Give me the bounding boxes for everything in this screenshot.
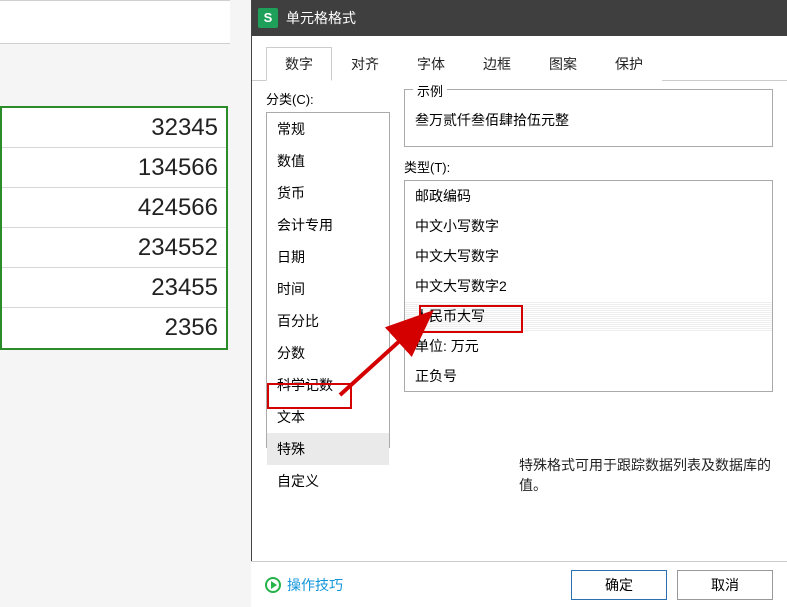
dialog-titlebar: S 单元格格式 [252,0,787,36]
type-item-cn-upper-2[interactable]: 中文大写数字2 [405,271,772,301]
ok-button[interactable]: 确定 [571,570,667,600]
play-icon [265,577,281,593]
category-item-time[interactable]: 时间 [267,273,389,305]
cell[interactable]: 234552 [2,228,226,268]
category-item-currency[interactable]: 货币 [267,177,389,209]
spreadsheet: 32345 134566 424566 234552 23455 2356 [0,44,230,350]
category-label: 分类(C): [266,89,390,108]
tab-protect[interactable]: 保护 [596,47,662,81]
cancel-button[interactable]: 取消 [677,570,773,600]
type-label: 类型(T): [404,157,773,176]
selection-range[interactable]: 32345 134566 424566 234552 23455 2356 [0,106,228,350]
category-item-general[interactable]: 常规 [267,113,389,145]
dialog-footer: 操作技巧 确定 取消 [251,561,787,607]
category-item-date[interactable]: 日期 [267,241,389,273]
tab-pattern[interactable]: 图案 [530,47,596,81]
example-label: 示例 [413,81,447,100]
cell[interactable]: 424566 [2,188,226,228]
category-item-custom[interactable]: 自定义 [267,465,389,497]
category-item-special[interactable]: 特殊 [267,433,389,465]
tab-border[interactable]: 边框 [464,47,530,81]
example-value: 叁万贰仟叁佰肆拾伍元整 [415,110,762,130]
type-list[interactable]: 邮政编码 中文小写数字 中文大写数字 中文大写数字2 人民币大写 单位: 万元 … [404,180,773,392]
type-item-postal[interactable]: 邮政编码 [405,181,772,211]
tips-link[interactable]: 操作技巧 [265,575,343,595]
app-logo-icon: S [258,8,278,28]
sheet-header-blank [0,0,230,44]
description-text: 特殊格式可用于跟踪数据列表及数据库的值。 [519,455,787,495]
category-item-fraction[interactable]: 分数 [267,337,389,369]
category-item-scientific[interactable]: 科学记数 [267,369,389,401]
tab-align[interactable]: 对齐 [332,47,398,81]
tab-number[interactable]: 数字 [266,47,332,81]
category-item-number[interactable]: 数值 [267,145,389,177]
example-box: 示例 叁万贰仟叁佰肆拾伍元整 [404,89,773,147]
cell-format-dialog: S 单元格格式 数字 对齐 字体 边框 图案 保护 分类(C): 常规 数值 货… [251,0,787,607]
tips-label: 操作技巧 [287,575,343,595]
type-item-wanyuan[interactable]: 单位: 万元 [405,331,772,361]
cell[interactable]: 23455 [2,268,226,308]
cell[interactable]: 2356 [2,308,226,348]
category-item-text[interactable]: 文本 [267,401,389,433]
type-item-sign[interactable]: 正负号 [405,361,772,391]
category-list[interactable]: 常规 数值 货币 会计专用 日期 时间 百分比 分数 科学记数 文本 特殊 自定… [266,112,390,448]
category-item-accounting[interactable]: 会计专用 [267,209,389,241]
cell[interactable]: 32345 [2,108,226,148]
type-item-cn-lower[interactable]: 中文小写数字 [405,211,772,241]
type-item-cn-upper[interactable]: 中文大写数字 [405,241,772,271]
tab-row: 数字 对齐 字体 边框 图案 保护 [252,36,787,81]
dialog-title: 单元格格式 [286,8,356,28]
tab-font[interactable]: 字体 [398,47,464,81]
cell[interactable]: 134566 [2,148,226,188]
category-item-percent[interactable]: 百分比 [267,305,389,337]
type-item-rmb-upper[interactable]: 人民币大写 [405,301,772,331]
